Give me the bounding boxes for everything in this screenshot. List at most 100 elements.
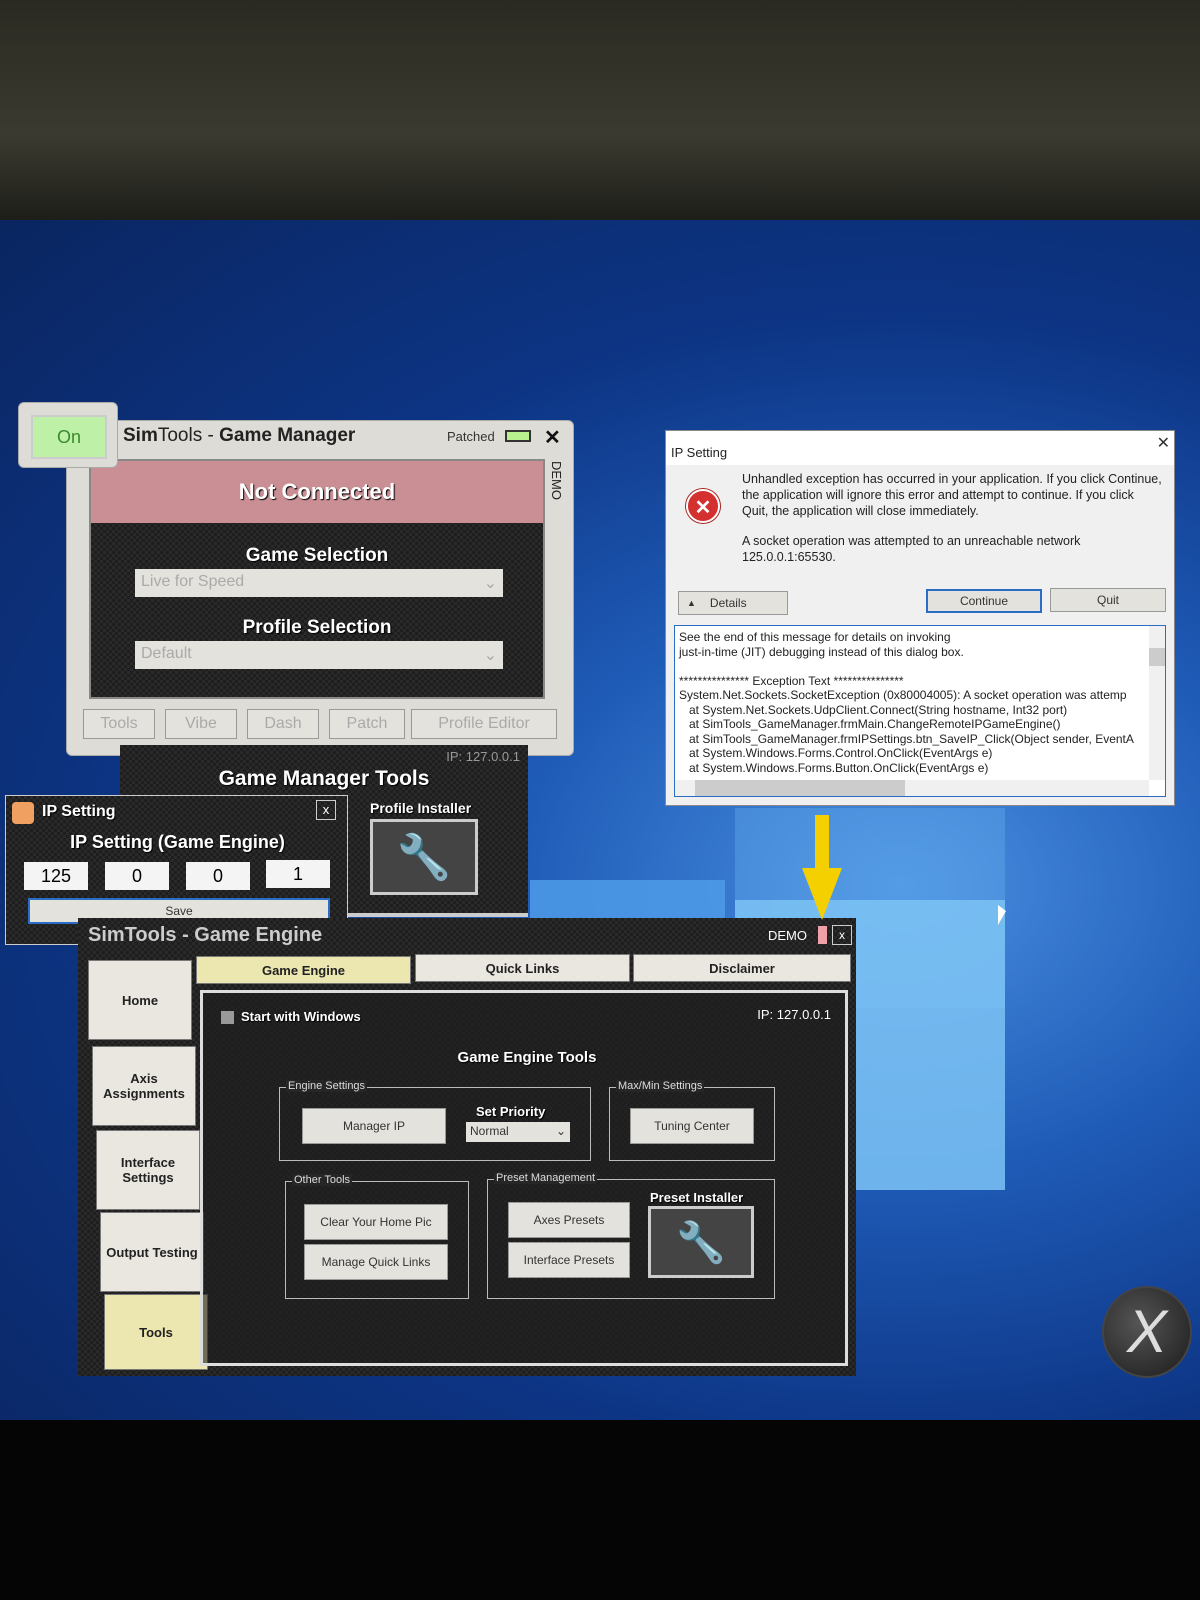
details-line: at System.Windows.Forms.Control.OnClick(… [679,746,993,760]
engine-settings-group: Engine Settings Manager IP Set Priority … [279,1080,591,1161]
monitor-bezel [0,0,1200,225]
window-title: SimTools - Game Manager [123,425,356,446]
tab-profile-editor[interactable]: Profile Editor [411,709,557,739]
sidebar-item-output-testing[interactable]: Output Testing [100,1212,204,1292]
app-icon [12,802,34,824]
tab-quick-links[interactable]: Quick Links [415,954,630,982]
other-tools-group: Other Tools Clear Your Home Pic Manage Q… [285,1174,469,1299]
window-title: IP Setting [42,803,116,820]
demo-label: DEMO [549,461,564,500]
group-label: Engine Settings [286,1080,368,1092]
demo-label: DEMO [768,928,807,943]
arrow-annotation [815,815,829,870]
details-line: at System.Windows.Forms.Button.OnClick(E… [679,760,989,775]
details-line: System.Net.Sockets.SocketException (0x80… [679,688,1127,702]
set-priority-label: Set Priority [476,1104,546,1119]
error-dialog: IP Setting ✕ ✕ Unhandled exception has o… [665,430,1175,806]
clear-home-pic-button[interactable]: Clear Your Home Pic [304,1204,448,1240]
group-label: Other Tools [292,1174,353,1186]
group-label: Max/Min Settings [616,1080,705,1092]
start-with-windows-checkbox[interactable] [221,1011,234,1024]
game-manager-panel: Not Connected Game Selection Live for Sp… [89,459,545,699]
axes-presets-button[interactable]: Axes Presets [508,1202,630,1238]
game-selection-dropdown[interactable]: Live for Speed ⌄ [135,569,503,597]
game-engine-window: SimTools - Game Engine DEMO x Game Engin… [78,918,856,1376]
sidebar-item-tools[interactable]: Tools [104,1294,208,1370]
monitor-bottom-bezel [0,1420,1200,1600]
details-textbox[interactable]: See the end of this message for details … [674,625,1166,797]
profile-installer-label: Profile Installer [370,800,472,816]
mouse-cursor-icon [998,905,1006,925]
close-button[interactable]: x [832,925,852,945]
arrow-head-icon [802,868,842,920]
wrench-icon: 🔧 [396,833,452,882]
on-toggle-button[interactable]: On [31,415,107,459]
details-line: at SimTools_GameManager.frmMain.ChangeRe… [679,717,1061,731]
sidebar-item-interface-settings[interactable]: Interface Settings [96,1130,200,1210]
chevron-down-icon: ⌄ [483,647,497,664]
profile-selection-dropdown[interactable]: Default ⌄ [135,641,503,669]
details-line [679,659,1161,674]
ip-label: IP: 127.0.0.1 [446,749,520,764]
close-icon[interactable]: ✕ [544,425,561,450]
patched-indicator [505,430,531,442]
manager-ip-button[interactable]: Manager IP [302,1108,446,1144]
tab-vibe[interactable]: Vibe [165,709,237,739]
ip-octet-1-input[interactable]: 125 [24,862,88,890]
tab-game-engine[interactable]: Game Engine [196,956,411,984]
interface-presets-button[interactable]: Interface Presets [508,1242,630,1278]
close-button[interactable]: x [316,800,336,820]
status-indicator [818,926,827,944]
patched-label: Patched [447,429,495,444]
x-app-icon[interactable]: X [1102,1286,1192,1378]
tab-tools[interactable]: Tools [83,709,155,739]
dialog-title: IP Setting [671,445,728,460]
game-engine-panel: Start with Windows IP: 127.0.0.1 Game En… [200,990,848,1366]
start-with-windows-label: Start with Windows [241,1009,361,1024]
chevron-down-icon: ⌄ [483,575,497,592]
tuning-center-button[interactable]: Tuning Center [630,1108,754,1144]
details-line: at SimTools_GameManager.frmIPSettings.bt… [679,731,1134,746]
profile-installer-button[interactable]: 🔧 [370,819,478,895]
tab-dash[interactable]: Dash [247,709,319,739]
tools-title: Game Manager Tools [218,767,430,790]
preset-management-group: Preset Management Axes Presets Interface… [487,1172,775,1299]
maxmin-settings-group: Max/Min Settings Tuning Center [609,1080,775,1161]
tab-disclaimer[interactable]: Disclaimer [633,954,851,982]
tab-patch[interactable]: Patch [329,709,405,739]
caret-up-icon: ▲ [687,598,696,608]
error-icon: ✕ [686,489,720,523]
close-icon[interactable]: ✕ [1157,433,1170,453]
window-title: SimTools - Game Engine [88,924,323,946]
details-line: just-in-time (JIT) debugging instead of … [679,644,964,659]
ip-setting-heading: IP Setting (Game Engine) [70,832,285,852]
preset-installer-button[interactable]: 🔧 [648,1206,754,1278]
tools-title: Game Engine Tools [457,1049,597,1066]
priority-dropdown[interactable]: Normal ⌄ [466,1122,570,1142]
ip-octet-4-input[interactable]: 1 [266,860,330,888]
sidebar-item-home[interactable]: Home [88,960,192,1040]
error-message: Unhandled exception has occurred in your… [742,472,1162,518]
details-line: See the end of this message for details … [679,630,951,644]
title-bar [666,431,1174,465]
quit-button[interactable]: Quit [1050,588,1166,612]
game-manager-window: SimTools - Game Manager Patched ✕ DEMO N… [66,420,574,756]
profile-selection-label: Profile Selection [242,617,392,638]
vertical-scrollbar[interactable] [1149,626,1165,780]
ip-octet-3-input[interactable]: 0 [186,862,250,890]
continue-button[interactable]: Continue [926,589,1042,613]
details-line: at System.Net.Sockets.UdpClient.Connect(… [679,702,1068,717]
manage-quick-links-button[interactable]: Manage Quick Links [304,1244,448,1280]
details-button[interactable]: ▲ Details [678,591,788,615]
group-label: Preset Management [494,1172,598,1184]
chevron-down-icon: ⌄ [555,1124,566,1138]
power-toggle-frame: On [18,402,118,468]
preset-installer-label: Preset Installer [650,1190,744,1205]
wrench-icon: 🔧 [676,1220,726,1265]
horizontal-scrollbar[interactable] [675,780,1149,796]
connection-status: Not Connected [91,461,543,523]
ip-octet-2-input[interactable]: 0 [105,862,169,890]
ip-label: IP: 127.0.0.1 [757,1007,831,1022]
sidebar-item-axis-assignments[interactable]: Axis Assignments [92,1046,196,1126]
details-line: *************** Exception Text *********… [679,673,904,688]
